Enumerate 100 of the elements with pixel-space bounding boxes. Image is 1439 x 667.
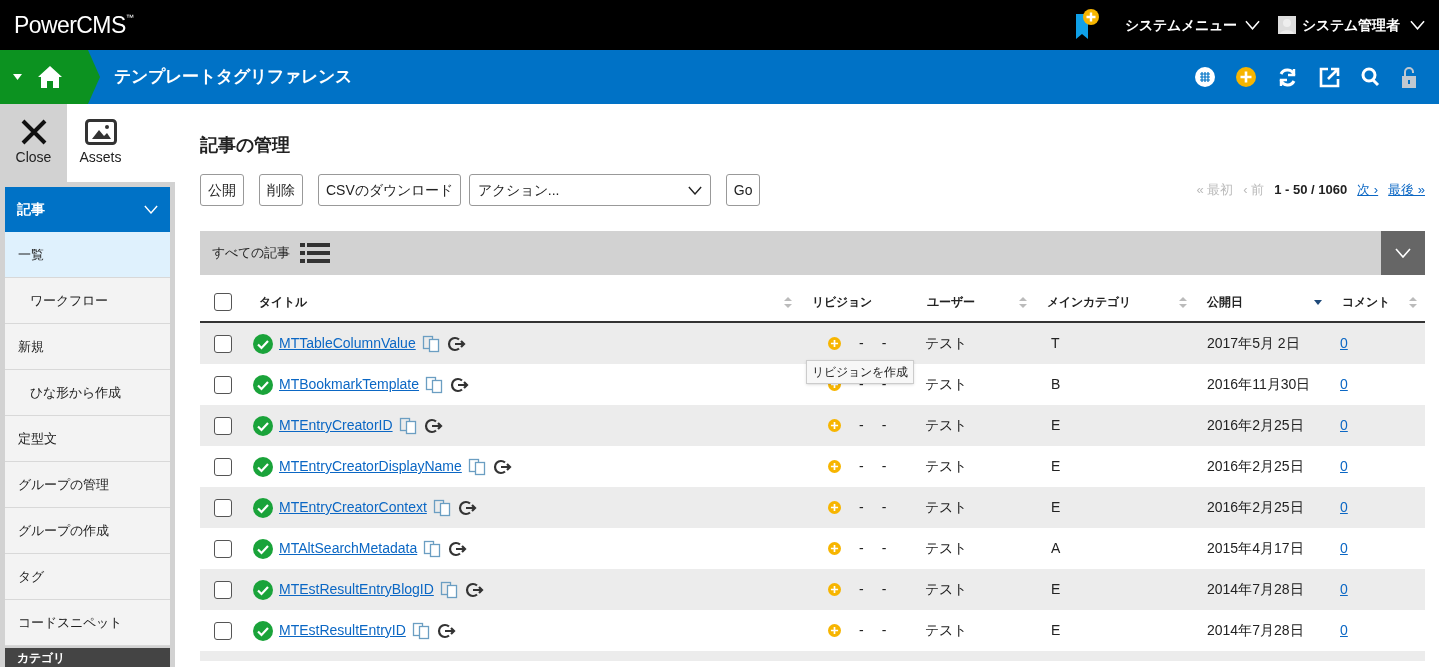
table-cell: テスト	[925, 458, 967, 474]
select-all-checkbox[interactable]	[214, 293, 232, 311]
comment-count-link[interactable]: 0	[1340, 622, 1348, 638]
row-checkbox[interactable]	[214, 416, 232, 435]
sidebar-item[interactable]: グループの作成	[5, 508, 170, 554]
redo-icon[interactable]	[422, 416, 443, 435]
copy-icon[interactable]	[398, 416, 417, 435]
redo-icon[interactable]	[445, 334, 466, 353]
sort-descending-icon[interactable]	[1314, 299, 1322, 305]
copy-icon[interactable]	[432, 498, 451, 517]
logo[interactable]: PowerCMS™	[14, 13, 134, 37]
copy-icon[interactable]	[425, 375, 444, 394]
published-status-icon	[253, 620, 273, 641]
table-cell: E	[1051, 581, 1061, 597]
comment-count-link[interactable]: 0	[1340, 581, 1348, 597]
sidebar-item[interactable]: グループの管理	[5, 462, 170, 508]
published-status-icon	[253, 374, 273, 395]
toolbar-button[interactable]: 削除	[259, 174, 303, 206]
redo-icon[interactable]	[456, 498, 477, 517]
comment-count-link[interactable]: 0	[1340, 335, 1348, 351]
table-cell: テスト	[925, 540, 967, 556]
entry-title-link[interactable]: MTBookmarkTemplate	[279, 374, 420, 395]
add-icon[interactable]	[1236, 67, 1256, 87]
system-menu-button[interactable]: システムメニュー	[1125, 14, 1260, 36]
comment-count-link[interactable]: 0	[1340, 376, 1348, 392]
published-status-icon	[253, 415, 273, 436]
row-checkbox[interactable]	[214, 539, 232, 558]
copy-icon[interactable]	[467, 457, 486, 476]
home-tab[interactable]	[0, 50, 100, 104]
sidebar-item[interactable]: タグ	[5, 554, 170, 600]
last-page-link[interactable]: 最後 »	[1388, 180, 1425, 200]
sidebar-item[interactable]: 一覧	[5, 232, 170, 278]
sidebar-section-header[interactable]: 記事	[5, 187, 170, 232]
next-page-link[interactable]: 次 ›	[1357, 180, 1379, 200]
entry-title-link[interactable]: MTEntryCreatorID	[279, 415, 393, 436]
table-cell-text: -	[859, 621, 864, 640]
comment-count-link[interactable]: 0	[1340, 540, 1348, 556]
row-checkbox[interactable]	[214, 498, 232, 517]
row-checkbox[interactable]	[214, 334, 232, 353]
sidebar-tile[interactable]: Close	[0, 104, 67, 182]
page-breadcrumb[interactable]: テンプレートタグリファレンス	[114, 64, 352, 90]
column-header[interactable]: タイトル	[259, 293, 307, 311]
sidebar-section-header[interactable]: カテゴリ	[5, 648, 170, 667]
entry-title-link[interactable]: MTTableColumnValue	[279, 333, 416, 354]
table-cell-text: -	[859, 580, 864, 599]
search-icon[interactable]	[1361, 67, 1380, 87]
sidebar-item[interactable]: 定型文	[5, 416, 170, 462]
row-checkbox[interactable]	[214, 457, 232, 476]
copy-icon[interactable]	[411, 621, 430, 640]
avatar-icon	[1278, 16, 1296, 34]
column-header[interactable]: ユーザー	[927, 293, 975, 311]
entry-title-link[interactable]: MTAltSearchMetadata	[279, 538, 418, 559]
column-header[interactable]: リビジョン	[812, 293, 872, 311]
unlock-icon[interactable]	[1401, 66, 1417, 88]
comment-count-link[interactable]: 0	[1340, 458, 1348, 474]
sidebar-item[interactable]: コードスニペット	[5, 600, 170, 646]
list-icon[interactable]	[300, 242, 330, 264]
toolbar-button[interactable]: CSVのダウンロード	[318, 174, 461, 206]
sidebar-item[interactable]: 新規	[5, 324, 170, 370]
redo-icon[interactable]	[463, 580, 484, 599]
column-header[interactable]: 公開日	[1207, 293, 1243, 311]
redo-icon[interactable]	[491, 457, 512, 476]
copy-icon[interactable]	[439, 580, 458, 599]
row-checkbox[interactable]	[214, 621, 232, 640]
table-cell: E	[1051, 622, 1061, 638]
comment-count-link[interactable]: 0	[1340, 417, 1348, 433]
external-link-icon[interactable]	[1319, 66, 1340, 88]
sidebar-item[interactable]: ひな形から作成	[5, 370, 170, 416]
published-status-icon	[253, 333, 273, 354]
page-title: 記事の管理	[200, 134, 291, 156]
comment-count-link[interactable]: 0	[1340, 499, 1348, 515]
column-header[interactable]: メインカテゴリ	[1047, 293, 1131, 311]
entry-title-link[interactable]: MTEstResultEntryID	[279, 620, 406, 641]
redo-icon[interactable]	[449, 375, 470, 394]
action-select[interactable]: アクション...	[468, 174, 711, 206]
entry-title-link[interactable]: MTEntryCreatorDisplayName	[279, 456, 462, 477]
row-checkbox[interactable]	[214, 375, 232, 394]
copy-icon[interactable]	[423, 539, 442, 558]
redo-icon[interactable]	[447, 539, 468, 558]
table-cell: B	[1051, 376, 1061, 392]
table-cell: 2015年4月17日	[1207, 540, 1304, 556]
table-cell-text: -	[881, 580, 887, 599]
refresh-icon[interactable]	[1277, 66, 1298, 88]
sidebar-item[interactable]: ワークフロー	[5, 278, 170, 324]
grid-icon[interactable]	[1195, 67, 1215, 87]
table-cell-text: -	[859, 539, 864, 558]
entry-title-link[interactable]: MTEntryCreatorContext	[279, 497, 427, 518]
copy-icon[interactable]	[421, 334, 440, 353]
bookmark-add-icon[interactable]	[1075, 9, 1101, 41]
table-cell: E	[1051, 499, 1061, 515]
column-header[interactable]: コメント	[1342, 293, 1390, 311]
go-button[interactable]: Go	[725, 174, 761, 206]
entry-title-link[interactable]: MTEstResultEntryBlogID	[279, 579, 434, 600]
filter-toggle-button[interactable]	[1381, 231, 1425, 275]
user-menu-button[interactable]: システム管理者	[1278, 14, 1425, 36]
redo-icon[interactable]	[435, 621, 456, 640]
table-cell: 2016年2月25日	[1207, 458, 1304, 474]
toolbar-button[interactable]: 公開	[200, 174, 244, 206]
row-checkbox[interactable]	[214, 580, 232, 599]
published-status-icon	[253, 456, 273, 477]
